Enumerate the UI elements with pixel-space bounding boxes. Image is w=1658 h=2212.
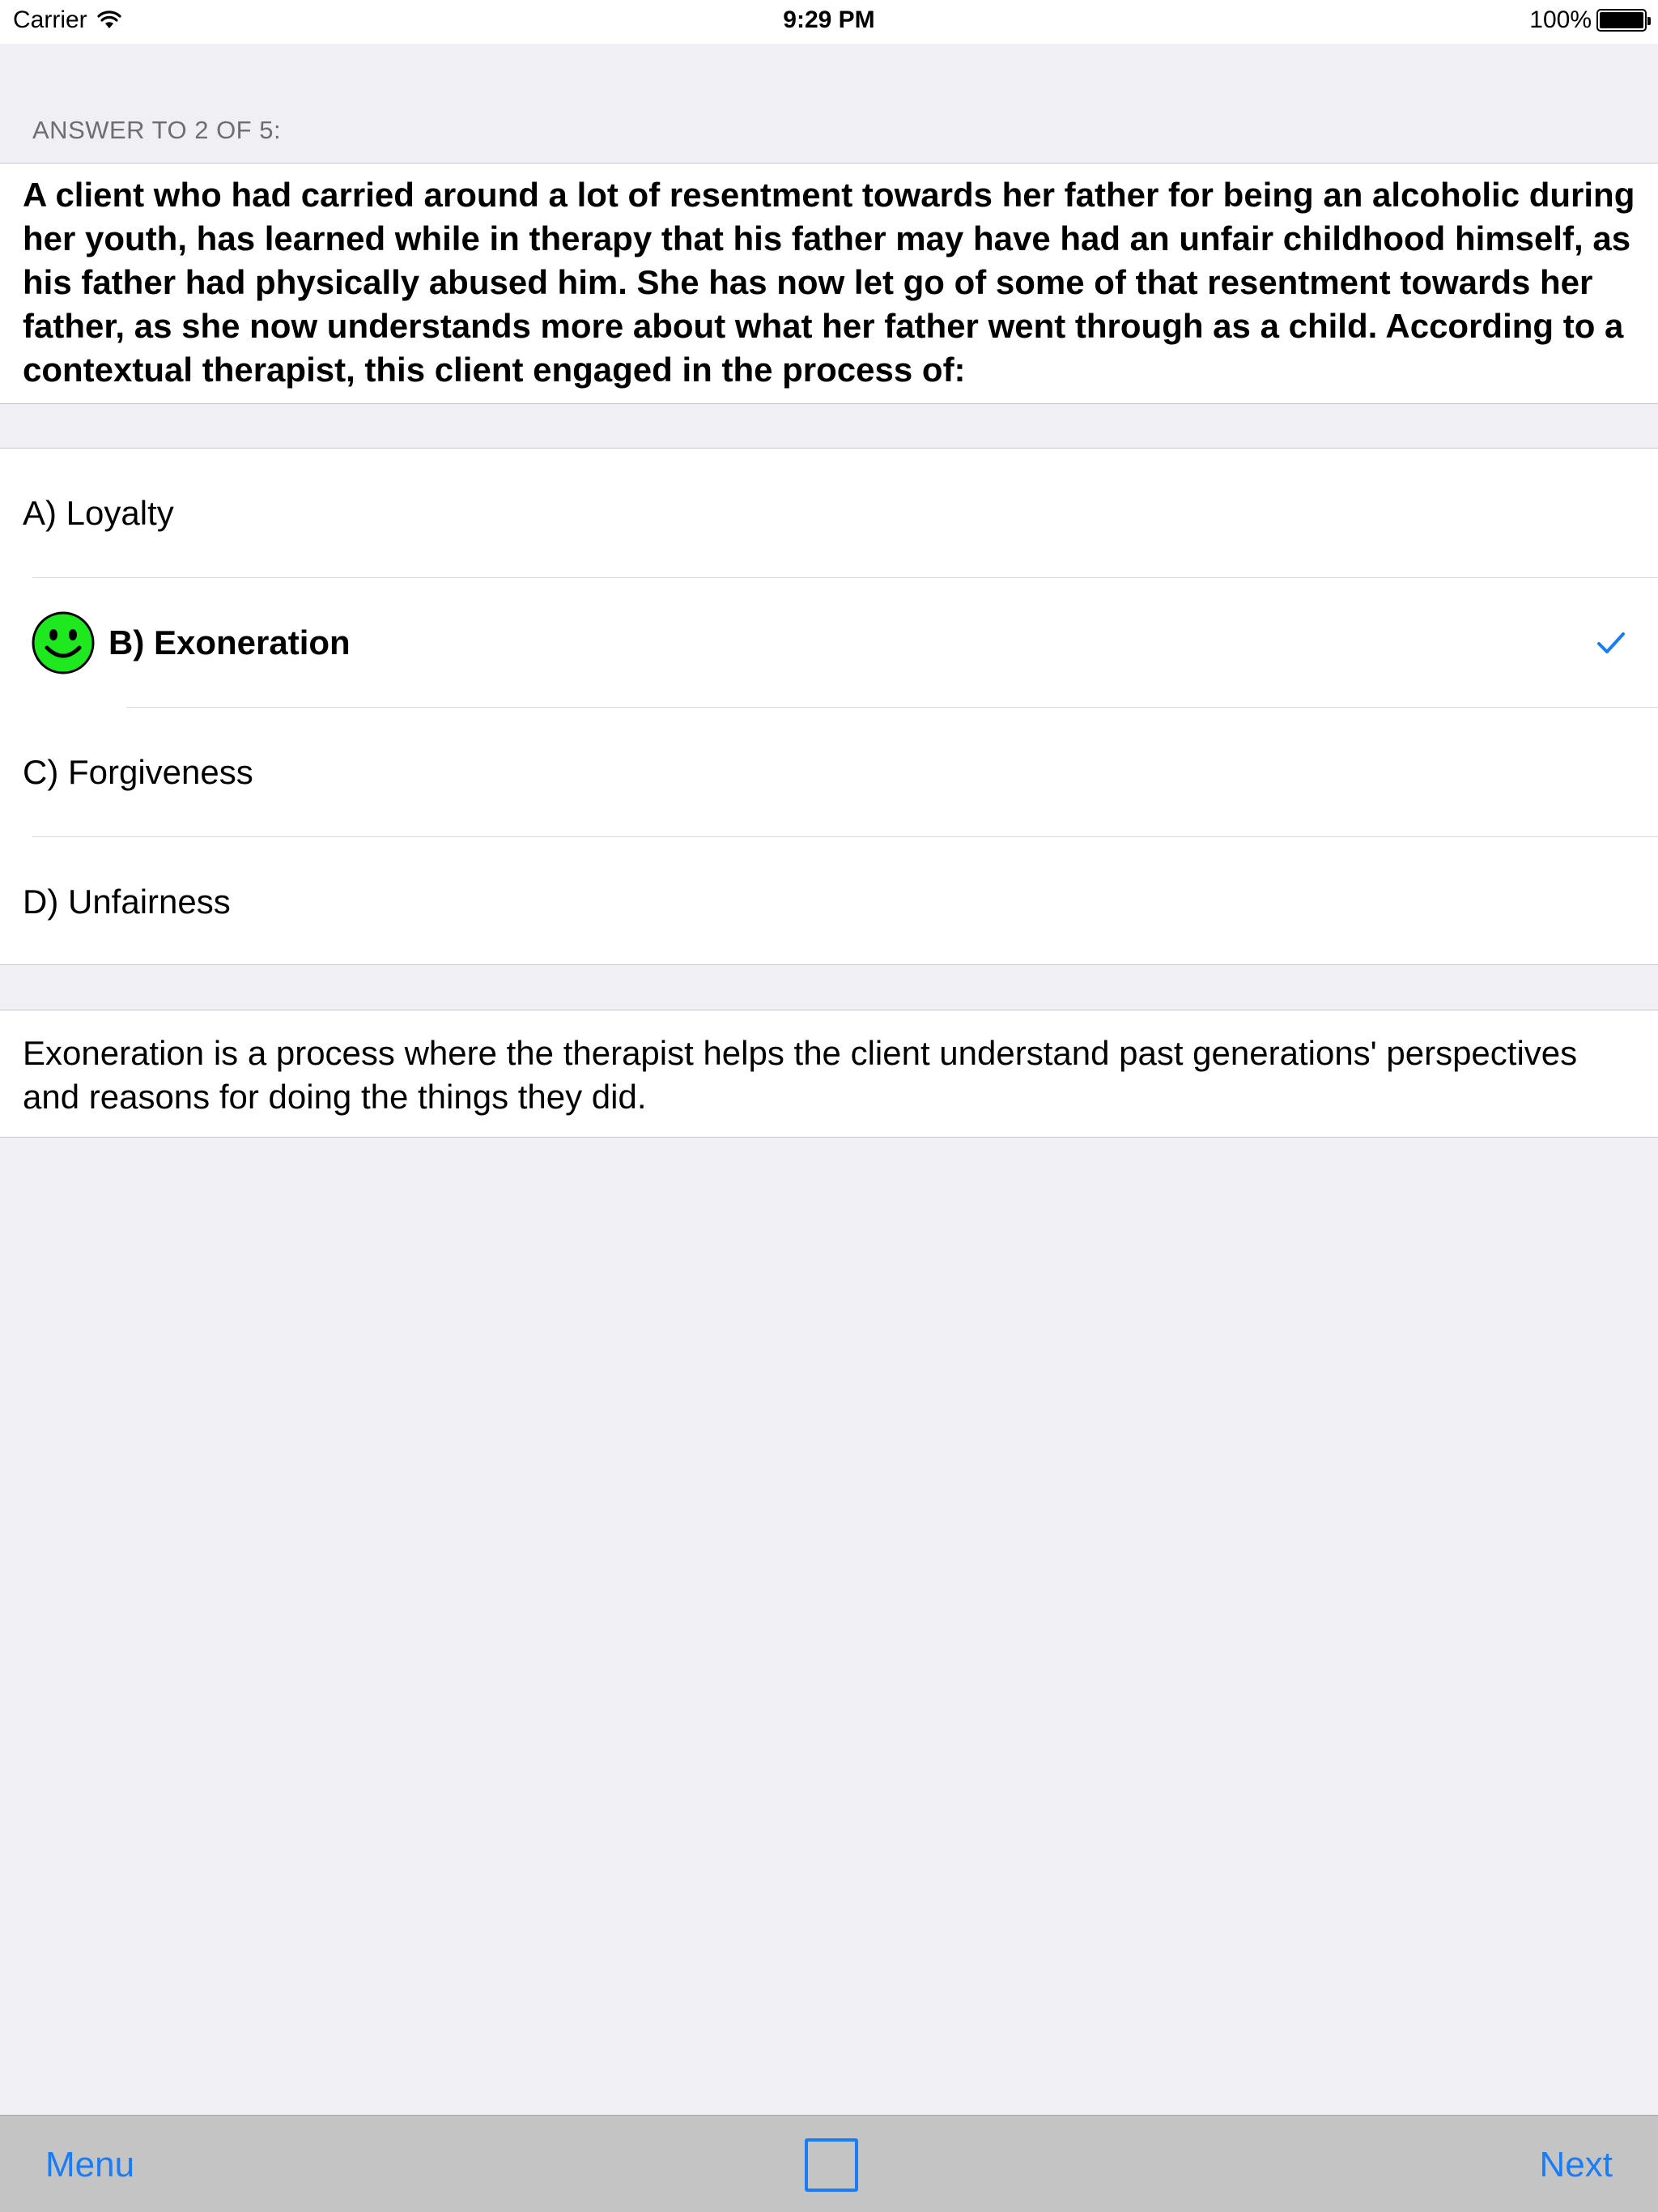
bottom-toolbar: Menu Next — [0, 2115, 1658, 2212]
menu-button[interactable]: Menu — [45, 2145, 134, 2185]
battery-icon — [1596, 9, 1651, 32]
answer-option-b[interactable]: B) Exoneration — [0, 578, 1658, 708]
question-text: A client who had carried around a lot of… — [0, 163, 1658, 404]
answer-label: D) Unfairness — [23, 883, 231, 921]
answer-label: A) Loyalty — [23, 494, 174, 532]
answer-option-c[interactable]: C) Forgiveness — [0, 708, 1658, 837]
status-bar: Carrier 9:29 PM 100% — [0, 0, 1658, 44]
section-header: ANSWER TO 2 OF 5: — [32, 116, 282, 144]
status-time: 9:29 PM — [783, 6, 875, 33]
battery-status: 100% — [1529, 6, 1651, 34]
smiley-icon — [32, 611, 95, 674]
answer-label: C) Forgiveness — [23, 753, 253, 791]
answer-list: A) Loyalty B) Exoneration C) Forgiveness… — [0, 448, 1658, 965]
checkmark-icon — [1597, 632, 1625, 653]
square-icon[interactable] — [805, 2138, 858, 2192]
next-button[interactable]: Next — [1540, 2145, 1613, 2185]
answer-label: B) Exoneration — [108, 623, 351, 661]
answer-option-d[interactable]: D) Unfairness — [0, 837, 1658, 967]
battery-percent: 100% — [1529, 6, 1592, 33]
explanation-text: Exoneration is a process where the thera… — [0, 1010, 1658, 1138]
answer-option-a[interactable]: A) Loyalty — [0, 449, 1658, 578]
